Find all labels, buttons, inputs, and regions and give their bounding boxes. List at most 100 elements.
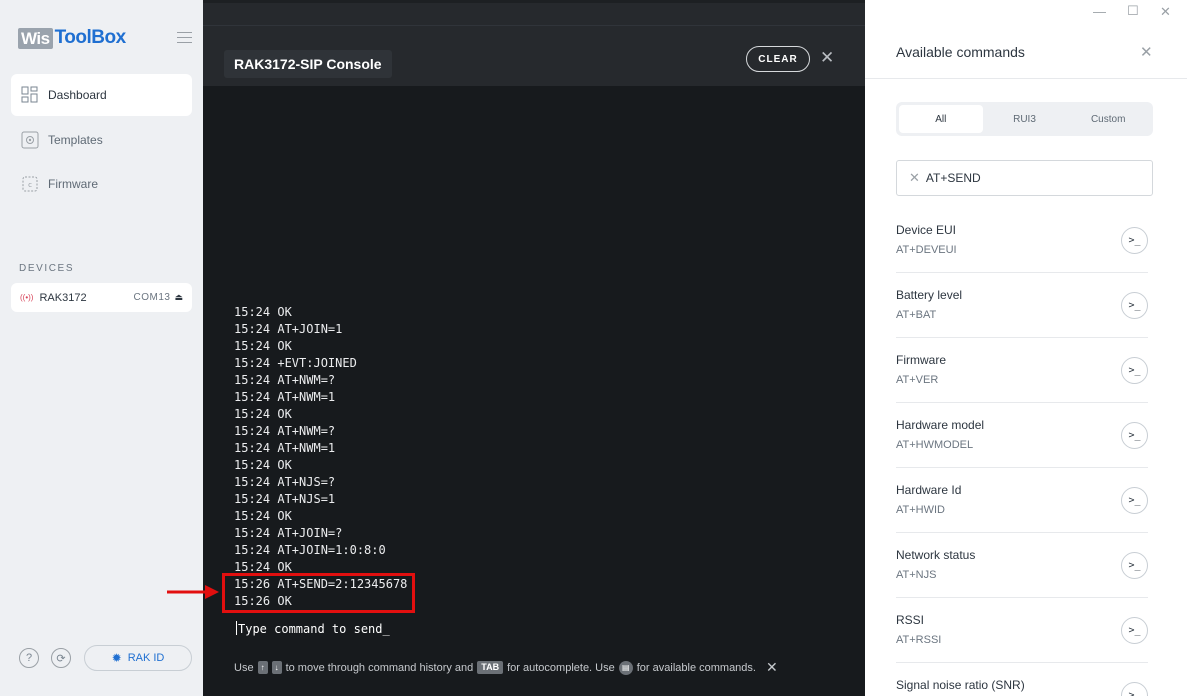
hint-text-4: for available commands. [636, 661, 756, 674]
search-value: AT+SEND [925, 171, 981, 185]
window-close-icon[interactable]: ✕ [1160, 4, 1171, 20]
dashboard-icon [21, 86, 39, 104]
log-line: 15:24 OK [234, 407, 292, 421]
log-line: 15:24 AT+JOIN=? [234, 526, 343, 540]
run-command-icon[interactable]: >_ [1121, 227, 1148, 254]
text-caret [236, 621, 237, 635]
log-line: 15:24 AT+NJS=? [234, 475, 336, 489]
command-code: AT+NJS [896, 569, 937, 581]
command-item[interactable]: Firmware AT+VER >_ [896, 338, 1148, 403]
rak-id-label: RAK ID [127, 652, 165, 664]
log-line: 15:24 OK [234, 458, 292, 472]
sync-icon[interactable]: ⟳ [51, 648, 71, 668]
device-port: COM13 [133, 292, 171, 303]
devices-heading: DEVICES [19, 263, 75, 274]
command-item[interactable]: RSSI AT+RSSI >_ [896, 598, 1148, 663]
red-arrow-icon [167, 585, 219, 599]
console-title: RAK3172-SIP Console [224, 50, 392, 78]
sidebar-item-label: Firmware [48, 177, 98, 191]
rak-id-button[interactable]: ✹ RAK ID [84, 645, 192, 671]
console-header: RAK3172-SIP Console CLEAR ✕ [203, 0, 865, 86]
hamburger-menu-icon[interactable] [177, 32, 192, 43]
minimize-icon[interactable]: — [1093, 4, 1106, 19]
commands-panel: — ☐ ✕ Available commands ✕ All RUI3 Cust… [865, 0, 1187, 696]
run-command-icon[interactable]: >_ [1121, 682, 1148, 696]
tab-custom[interactable]: Custom [1066, 105, 1150, 133]
command-list: Device EUI AT+DEVEUI >_ Battery level AT+BAT… [896, 208, 1148, 696]
command-search-input[interactable]: ✕ AT+SEND [896, 160, 1153, 196]
run-command-icon[interactable]: >_ [1121, 422, 1148, 449]
command-name: Battery level [896, 288, 963, 302]
maximize-icon[interactable]: ☐ [1127, 3, 1139, 19]
run-command-icon[interactable]: >_ [1121, 292, 1148, 319]
command-code: AT+HWID [896, 504, 945, 516]
command-code: AT+VER [896, 374, 939, 386]
command-code: AT+BAT [896, 309, 937, 321]
clear-button[interactable]: CLEAR [746, 46, 810, 72]
logo-toolbox: ToolBox [54, 27, 127, 48]
command-item[interactable]: Hardware Id AT+HWID >_ [896, 468, 1148, 533]
sidebar-item-label: Templates [48, 133, 103, 147]
command-item[interactable]: Hardware model AT+HWMODEL >_ [896, 403, 1148, 468]
panel-close-icon[interactable]: ✕ [1140, 43, 1153, 61]
panel-title: Available commands [896, 44, 1025, 60]
command-item[interactable]: Battery level AT+BAT >_ [896, 273, 1148, 338]
log-line: 15:24 AT+NWM=1 [234, 390, 336, 404]
command-code: AT+DEVEUI [896, 244, 957, 256]
sidebar-item-templates[interactable]: Templates [11, 119, 192, 161]
log-line: 15:24 AT+NJS=1 [234, 492, 336, 506]
hint-text-3: for autocomplete. Use [507, 661, 615, 674]
help-icon[interactable]: ? [19, 648, 39, 668]
run-command-icon[interactable]: >_ [1121, 357, 1148, 384]
commands-key-icon: ▤ [618, 660, 633, 675]
tab-rui3[interactable]: RUI3 [983, 105, 1067, 133]
hint-close-icon[interactable]: ✕ [766, 659, 778, 676]
wistoolbox-logo: Wis ToolBox [18, 27, 126, 49]
svg-text:c: c [28, 181, 32, 189]
templates-icon [21, 131, 39, 149]
highlight-box [222, 573, 415, 613]
command-name: Hardware Id [896, 483, 962, 497]
run-command-icon[interactable]: >_ [1121, 617, 1148, 644]
command-name: Firmware [896, 353, 946, 367]
tab-all[interactable]: All [899, 105, 983, 133]
command-filter-tabs: All RUI3 Custom [896, 102, 1153, 136]
chip-icon: c [21, 175, 39, 193]
command-input[interactable]: Type command to send_ [236, 621, 390, 636]
run-command-icon[interactable]: >_ [1121, 487, 1148, 514]
command-code: AT+RSSI [896, 634, 942, 646]
command-item[interactable]: Network status AT+NJS >_ [896, 533, 1148, 598]
command-name: Signal noise ratio (SNR) [896, 678, 1025, 692]
command-name: Hardware model [896, 418, 985, 432]
up-arrow-key-icon: ↑ [257, 661, 268, 674]
log-line: 15:24 AT+NWM=? [234, 424, 336, 438]
log-line: 15:24 +EVT:JOINED [234, 356, 357, 370]
console-log: 15:24 OK 15:24 AT+JOIN=1 15:24 OK 15:24 +EV… [234, 304, 407, 610]
sidebar-item-firmware[interactable]: c Firmware [11, 163, 192, 205]
log-line: 15:24 AT+JOIN=1:0:8:0 [234, 543, 386, 557]
command-name: Device EUI [896, 223, 957, 237]
tab-key-icon: TAB [477, 661, 504, 674]
sidebar-item-label: Dashboard [48, 88, 107, 102]
clear-search-icon[interactable]: ✕ [909, 170, 920, 186]
command-code: AT+HWMODEL [896, 439, 974, 451]
rak-id-gear-icon: ✹ [111, 651, 122, 665]
log-line: 15:24 AT+JOIN=1 [234, 322, 343, 336]
keyboard-hint: Use ↑ ↓ to move through command history … [234, 659, 778, 676]
app-window: Wis ToolBox Dashboard Templates c Firmwa… [0, 0, 1187, 696]
command-name: RSSI [896, 613, 925, 627]
eject-icon[interactable]: ⏏ [174, 292, 183, 303]
log-line: 15:24 OK [234, 305, 292, 319]
device-name: RAK3172 [39, 291, 87, 304]
hint-text-2: to move through command history and [285, 661, 474, 674]
run-command-icon[interactable]: >_ [1121, 552, 1148, 579]
close-icon[interactable]: ✕ [820, 48, 834, 68]
hint-text-1: Use [234, 661, 254, 674]
log-line: 15:24 AT+NWM=? [234, 373, 336, 387]
down-arrow-key-icon: ↓ [271, 661, 282, 674]
device-card[interactable]: ((•)) RAK3172 COM13 ⏏ [11, 283, 192, 312]
command-item[interactable]: Device EUI AT+DEVEUI >_ [896, 208, 1148, 273]
sidebar-item-dashboard[interactable]: Dashboard [11, 74, 192, 116]
command-item[interactable]: Signal noise ratio (SNR) >_ [896, 663, 1148, 696]
log-line: 15:24 OK [234, 509, 292, 523]
